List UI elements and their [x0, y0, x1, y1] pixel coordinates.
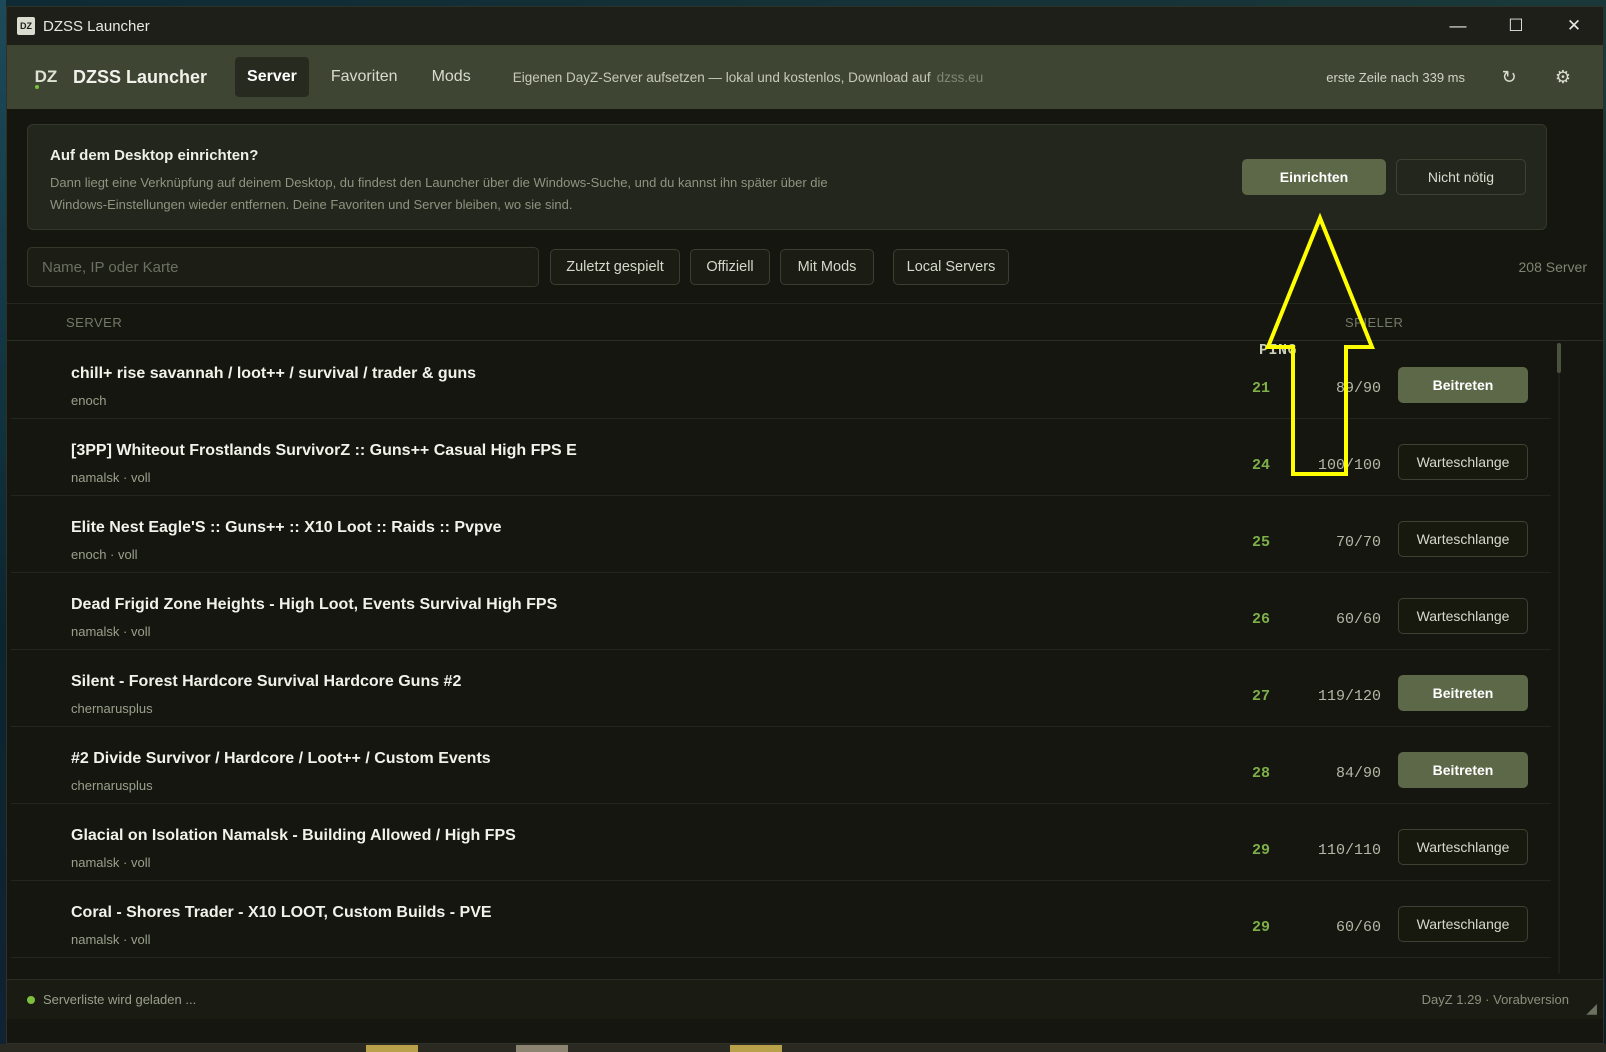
server-map: chernarusplus: [71, 701, 153, 716]
filter-chip-offiziell[interactable]: Offiziell: [690, 249, 770, 285]
server-map: enoch · voll: [71, 547, 138, 562]
tab-favoriten[interactable]: Favoriten: [319, 57, 410, 97]
queue-button[interactable]: Warteschlange: [1398, 906, 1528, 942]
server-ping: 27: [1251, 688, 1270, 705]
app-name: DZSS Launcher: [73, 66, 208, 87]
server-name: Silent - Forest Hardcore Survival Hardco…: [71, 673, 462, 690]
scroll-track[interactable]: [1558, 373, 1560, 973]
server-row[interactable]: Glacial on Isolation Namalsk - Building …: [11, 804, 1551, 881]
promo-text: Eigenen DayZ-Server aufsetzen — lokal un…: [512, 69, 931, 85]
server-players: 84/90: [1335, 765, 1381, 782]
column-header-server[interactable]: SERVER: [66, 315, 122, 330]
server-ping: 24: [1251, 457, 1270, 474]
queue-button[interactable]: Warteschlange: [1398, 521, 1528, 557]
promo-link[interactable]: dzss.eu: [937, 70, 984, 85]
server-players: 119/120: [1317, 688, 1381, 705]
load-time-label: erste Zeile nach 339 ms: [1326, 69, 1465, 85]
server-map: namalsk · voll: [71, 932, 151, 947]
server-name: Coral - Shores Trader - X10 LOOT, Custom…: [71, 904, 492, 921]
search-input[interactable]: [27, 247, 539, 287]
server-map: namalsk · voll: [71, 470, 151, 485]
maximize-button[interactable]: ☐: [1487, 7, 1545, 45]
status-text: Serverliste wird geladen ...: [43, 992, 197, 1007]
server-players: 60/60: [1335, 919, 1381, 936]
join-button[interactable]: Beitreten: [1398, 367, 1528, 403]
minimize-button[interactable]: —: [1429, 7, 1487, 45]
resize-grip-icon[interactable]: ◢: [1586, 1000, 1597, 1017]
server-map: namalsk · voll: [71, 855, 151, 870]
server-players: 100/100: [1317, 457, 1381, 474]
title-bar: DZ DZSS Launcher — ☐ ✕: [7, 7, 1603, 45]
filter-chip-zuletzt-gespielt[interactable]: Zuletzt gespielt: [550, 249, 680, 285]
header-actions: erste Zeile nach 339 ms ↻ ⚙: [1326, 45, 1603, 109]
filter-chip-mit-mods[interactable]: Mit Mods: [780, 249, 874, 285]
tab-mods[interactable]: Mods: [420, 57, 483, 97]
refresh-icon[interactable]: ↻: [1495, 63, 1523, 91]
table-header: SERVER PING SPIELER: [7, 303, 1603, 359]
server-row[interactable]: Silent - Forest Hardcore Survival Hardco…: [11, 650, 1551, 727]
server-name: [3PP] Whiteout Frostlands SurvivorZ :: G…: [71, 442, 577, 459]
server-players: 110/110: [1317, 842, 1381, 859]
window-controls: — ☐ ✕: [1429, 7, 1603, 45]
server-name: #2 Divide Survivor / Hardcore / Loot++ /…: [71, 750, 491, 767]
server-count: 208 Server: [1518, 259, 1587, 275]
window-title: DZSS Launcher: [43, 17, 150, 35]
taskbar-thumbnail: [730, 1045, 782, 1052]
join-button[interactable]: Beitreten: [1398, 675, 1528, 711]
status-dot-icon: [27, 996, 35, 1004]
taskbar-thumbnail: [366, 1045, 418, 1052]
server-row[interactable]: chill+ rise savannah / loot++ / survival…: [11, 342, 1551, 419]
queue-button[interactable]: Warteschlange: [1398, 444, 1528, 480]
server-players: 60/60: [1335, 611, 1381, 628]
queue-button[interactable]: Warteschlange: [1398, 598, 1528, 634]
server-row[interactable]: #2 Divide Survivor / Hardcore / Loot++ /…: [11, 727, 1551, 804]
nicht-noetig-button[interactable]: Nicht nötig: [1396, 159, 1526, 195]
setup-title: Auf dem Desktop einrichten?: [50, 147, 259, 164]
server-name: Glacial on Isolation Namalsk - Building …: [71, 827, 516, 844]
server-map: chernarusplus: [71, 778, 153, 793]
server-ping: 26: [1251, 611, 1270, 628]
filter-chip-local-servers[interactable]: Local Servers: [893, 249, 1009, 285]
server-players: 70/70: [1335, 534, 1381, 551]
server-ping: 29: [1251, 842, 1270, 859]
status-bar: Serverliste wird geladen ... DayZ 1.29 ·…: [7, 979, 1603, 1019]
launcher-window: DZ DZSS Launcher — ☐ ✕ DZ DZSS Launcher …: [6, 6, 1604, 1044]
einrichten-button[interactable]: Einrichten: [1242, 159, 1386, 195]
brand-logo-icon: DZ: [31, 62, 61, 92]
server-row[interactable]: [3PP] Whiteout Frostlands SurvivorZ :: G…: [11, 419, 1551, 496]
main-header: DZ DZSS Launcher Server Favoriten Mods E…: [7, 45, 1603, 109]
server-players: 89/90: [1335, 380, 1381, 397]
server-ping: 25: [1251, 534, 1270, 551]
queue-button[interactable]: Warteschlange: [1398, 829, 1528, 865]
setup-description: Dann liegt eine Verknüpfung auf deinem D…: [50, 175, 828, 212]
server-row[interactable]: Coral - Shores Trader - X10 LOOT, Custom…: [11, 881, 1551, 958]
server-name: Dead Frigid Zone Heights - High Loot, Ev…: [71, 596, 558, 613]
scrollbar-thumb[interactable]: [1557, 343, 1561, 373]
app-logo-icon: DZ: [17, 17, 35, 35]
server-ping: 28: [1251, 765, 1270, 782]
server-row[interactable]: Dead Frigid Zone Heights - High Loot, Ev…: [11, 573, 1551, 650]
server-name: chill+ rise savannah / loot++ / survival…: [71, 365, 477, 382]
column-header-players[interactable]: SPIELER: [1345, 315, 1403, 330]
server-name: Elite Nest Eagle'S :: Guns++ :: X10 Loot…: [71, 519, 502, 536]
desktop-setup-card: Auf dem Desktop einrichten? Dann liegt e…: [27, 124, 1547, 230]
taskbar-strip: [0, 1044, 1606, 1052]
server-ping: 29: [1251, 919, 1270, 936]
server-list: chill+ rise savannah / loot++ / survival…: [11, 342, 1551, 978]
close-button[interactable]: ✕: [1545, 7, 1603, 45]
server-map: enoch: [71, 393, 107, 408]
settings-gear-icon[interactable]: ⚙: [1549, 63, 1577, 91]
tab-server[interactable]: Server: [235, 57, 309, 97]
server-ping: 21: [1251, 380, 1270, 397]
server-map: namalsk · voll: [71, 624, 151, 639]
taskbar-thumbnail: [516, 1045, 568, 1052]
version-label: DayZ 1.29 · Vorabversion: [1421, 992, 1569, 1007]
join-button[interactable]: Beitreten: [1398, 752, 1528, 788]
server-row[interactable]: Elite Nest Eagle'S :: Guns++ :: X10 Loot…: [11, 496, 1551, 573]
